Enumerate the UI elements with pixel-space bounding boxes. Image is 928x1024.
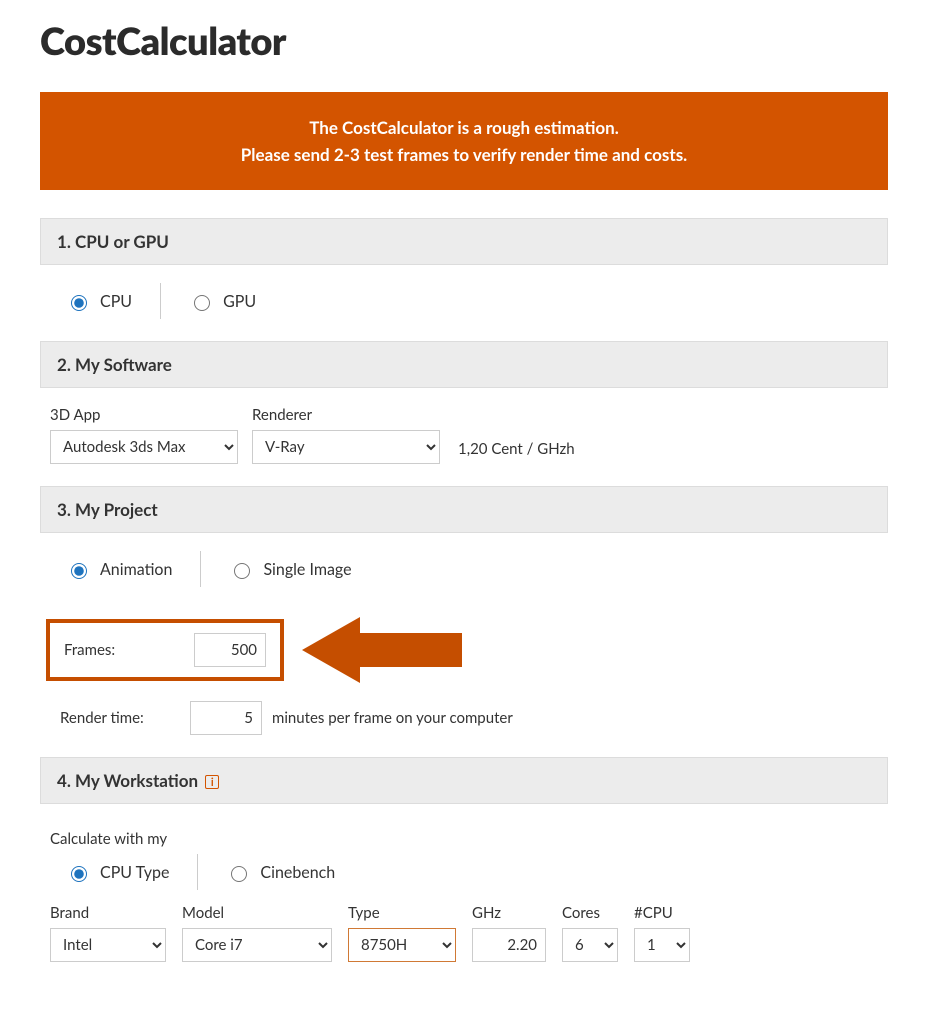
radio-cpu-type[interactable]: CPU Type	[66, 863, 169, 882]
step4-header-text: 4. My Workstation	[57, 770, 198, 791]
radio-gpu-input[interactable]	[194, 295, 210, 311]
step4-header: 4. My Workstation i	[40, 757, 888, 804]
radio-cinebench-label: Cinebench	[260, 863, 335, 882]
rate-text: 1,20 Cent / GHzh	[454, 440, 575, 464]
step3-header: 3. My Project	[40, 486, 888, 533]
radio-cpu[interactable]: CPU	[66, 292, 132, 311]
label-ncpu: #CPU	[634, 904, 690, 922]
notice-line-1: The CostCalculator is a rough estimation…	[60, 114, 868, 141]
label-3d-app: 3D App	[50, 406, 238, 424]
label-render-time: Render time:	[60, 709, 190, 727]
notice-banner: The CostCalculator is a rough estimation…	[40, 92, 888, 190]
select-renderer[interactable]: V-Ray	[252, 430, 440, 464]
input-ghz[interactable]	[472, 928, 546, 962]
page-title: CostCalculator	[40, 18, 888, 64]
radio-animation-input[interactable]	[71, 563, 87, 579]
step1-header: 1. CPU or GPU	[40, 218, 888, 265]
notice-line-2: Please send 2-3 test frames to verify re…	[60, 141, 868, 168]
radio-gpu-label: GPU	[223, 292, 256, 311]
label-model: Model	[182, 904, 332, 922]
radio-single-image-input[interactable]	[234, 563, 250, 579]
frames-highlight-box: Frames:	[46, 619, 284, 681]
radio-cinebench-input[interactable]	[231, 866, 247, 882]
callout-arrow-icon	[302, 611, 462, 689]
radio-cpu-type-input[interactable]	[71, 866, 87, 882]
label-cores: Cores	[562, 904, 618, 922]
select-3d-app[interactable]: Autodesk 3ds Max	[50, 430, 238, 464]
radio-cpu-type-label: CPU Type	[100, 863, 169, 882]
divider	[197, 854, 198, 890]
info-icon[interactable]: i	[205, 775, 219, 789]
radio-animation[interactable]: Animation	[66, 560, 172, 579]
radio-gpu[interactable]: GPU	[189, 292, 256, 311]
label-renderer: Renderer	[252, 406, 440, 424]
divider	[160, 283, 161, 319]
radio-cpu-label: CPU	[100, 292, 132, 311]
input-frames[interactable]	[194, 633, 266, 667]
radio-cpu-input[interactable]	[71, 295, 87, 311]
select-cores[interactable]: 6	[562, 928, 618, 962]
divider	[200, 551, 201, 587]
radio-animation-label: Animation	[100, 560, 172, 579]
select-ncpu[interactable]: 1	[634, 928, 690, 962]
label-calculate-with: Calculate with my	[50, 830, 878, 848]
radio-cinebench[interactable]: Cinebench	[226, 863, 335, 882]
label-ghz: GHz	[472, 904, 546, 922]
select-type[interactable]: 8750H	[348, 928, 456, 962]
select-brand[interactable]: Intel	[50, 928, 166, 962]
label-type: Type	[348, 904, 456, 922]
select-model[interactable]: Core i7	[182, 928, 332, 962]
label-brand: Brand	[50, 904, 166, 922]
step2-header: 2. My Software	[40, 341, 888, 388]
input-render-time[interactable]	[190, 701, 262, 735]
radio-single-image[interactable]: Single Image	[229, 560, 351, 579]
label-frames: Frames:	[64, 641, 194, 659]
radio-single-image-label: Single Image	[263, 560, 351, 579]
render-time-suffix: minutes per frame on your computer	[262, 709, 513, 727]
